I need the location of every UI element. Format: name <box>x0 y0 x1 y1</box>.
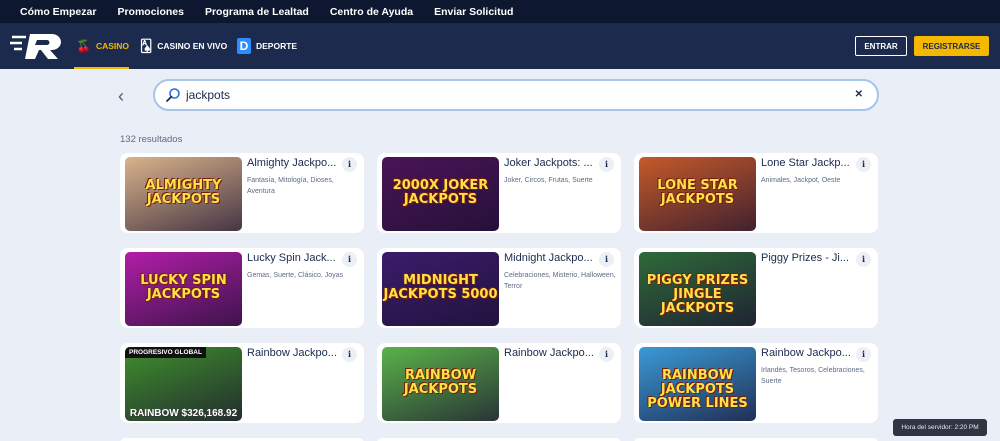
game-tags: Animales, Jackpot, Oeste <box>761 177 841 184</box>
info-icon[interactable]: i <box>856 157 871 172</box>
game-tags: Celebraciones, Misterio, Halloween, Terr… <box>504 272 616 290</box>
game-tags: Gemas, Suerte, Clásico, Joyas <box>247 272 344 279</box>
cards-icon: 🂡 <box>140 39 153 53</box>
game-title[interactable]: Lone Star Jackp... <box>761 157 856 169</box>
register-button[interactable]: REGISTRARSE <box>914 36 989 56</box>
category-deporte[interactable]: D DEPORTE <box>237 23 297 69</box>
game-card[interactable]: PROGRESIVO GLOBAL RAINBOW $326,168.92 Rain… <box>120 343 364 423</box>
game-card[interactable]: PIGGY PRIZES JINGLE JACKPOTS Piggy Prizes… <box>634 248 878 328</box>
game-title[interactable]: Almighty Jackpo... <box>247 157 342 169</box>
info-icon[interactable]: i <box>342 347 357 362</box>
game-thumbnail-label: LUCKY SPIN JACKPOTS <box>140 273 227 302</box>
top-nav: Cómo Empezar Promociones Programa de Lea… <box>0 0 1000 23</box>
info-icon[interactable]: i <box>856 252 871 267</box>
game-thumbnail[interactable]: RAINBOW JACKPOTS <box>382 347 499 421</box>
info-icon[interactable]: i <box>599 252 614 267</box>
info-icon[interactable]: i <box>599 157 614 172</box>
game-tags: Joker, Circos, Frutas, Suerte <box>504 177 593 184</box>
nav-centro-ayuda[interactable]: Centro de Ayuda <box>330 6 413 18</box>
game-thumbnail[interactable]: PROGRESIVO GLOBAL RAINBOW $326,168.92 <box>125 347 242 421</box>
jackpot-amount: RAINBOW $326,168.92 <box>129 408 238 419</box>
game-title[interactable]: Rainbow Jackpo... <box>761 347 856 359</box>
game-card[interactable]: RAINBOW JACKPOTS POWER LINES Rainbow Jack… <box>634 343 878 423</box>
info-icon[interactable]: i <box>342 157 357 172</box>
game-thumbnail[interactable]: RAINBOW JACKPOTS POWER LINES <box>639 347 756 421</box>
search-icon <box>166 88 180 102</box>
nav-programa-lealtad[interactable]: Programa de Lealtad <box>205 6 309 18</box>
game-card[interactable]: 2000X JOKER JACKPOTS Joker Jackpots: ... J… <box>377 153 621 233</box>
game-title[interactable]: Lucky Spin Jack... <box>247 252 342 264</box>
back-chevron-icon[interactable]: ‹ <box>118 86 134 106</box>
game-title[interactable]: Piggy Prizes - Ji... <box>761 252 856 264</box>
game-card[interactable]: LONE STAR JACKPOTS Lone Star Jackp... Anim… <box>634 153 878 233</box>
game-card[interactable]: RAINBOW JACKPOTS Rainbow Jackpo... i <box>377 343 621 423</box>
game-thumbnail-label: ALMIGHTY JACKPOTS <box>145 178 222 207</box>
nav-enviar-solicitud[interactable]: Enviar Solicitud <box>434 6 513 18</box>
game-thumbnail[interactable]: LUCKY SPIN JACKPOTS <box>125 252 242 326</box>
game-thumbnail-label: MIDNIGHT JACKPOTS 5000 <box>383 273 498 302</box>
game-title[interactable]: Joker Jackpots: ... <box>504 157 599 169</box>
category-casino[interactable]: 🍒 CASINO <box>73 23 130 69</box>
game-title[interactable]: Rainbow Jackpo... <box>247 347 342 359</box>
info-icon[interactable]: i <box>599 347 614 362</box>
game-card[interactable]: MIDNIGHT JACKPOTS 5000 Midnight Jackpo...… <box>377 248 621 328</box>
login-button[interactable]: ENTRAR <box>855 36 907 56</box>
info-icon[interactable]: i <box>342 252 357 267</box>
info-icon[interactable]: i <box>856 347 871 362</box>
game-title[interactable]: Midnight Jackpo... <box>504 252 599 264</box>
game-thumbnail[interactable]: PIGGY PRIZES JINGLE JACKPOTS <box>639 252 756 326</box>
game-thumbnail[interactable]: LONE STAR JACKPOTS <box>639 157 756 231</box>
cherry-icon: 🍒 <box>76 39 91 53</box>
game-thumbnail-label: 2000X JOKER JACKPOTS <box>392 178 489 207</box>
game-tags: Irlandés, Tesoros, Celebraciones, Suerte <box>761 367 865 385</box>
game-thumbnail-label: LONE STAR JACKPOTS <box>657 178 738 207</box>
clear-search-icon[interactable]: ✕ <box>855 89 863 100</box>
main-header: 🍒 CASINO 🂡 CASINO EN VIVO D DEPORTE ENTR… <box>0 23 1000 69</box>
progressive-badge: PROGRESIVO GLOBAL <box>125 347 206 358</box>
deporte-icon: D <box>237 38 251 54</box>
game-thumbnail-label: RAINBOW JACKPOTS POWER LINES <box>647 368 748 411</box>
game-title[interactable]: Rainbow Jackpo... <box>504 347 599 359</box>
search-bar: ✕ <box>153 79 879 111</box>
category-casino-en-vivo[interactable]: 🂡 CASINO EN VIVO <box>140 23 227 69</box>
game-thumbnail-label: RAINBOW JACKPOTS <box>403 368 478 397</box>
game-card[interactable]: ALMIGHTY JACKPOTS Almighty Jackpo... Fanta… <box>120 153 364 233</box>
game-tags: Fantasía, Mitología, Dioses, Aventura <box>247 177 334 195</box>
game-thumbnail[interactable]: 2000X JOKER JACKPOTS <box>382 157 499 231</box>
game-thumbnail[interactable]: MIDNIGHT JACKPOTS 5000 <box>382 252 499 326</box>
game-card[interactable]: LUCKY SPIN JACKPOTS Lucky Spin Jack... Gem… <box>120 248 364 328</box>
game-thumbnail-label: PIGGY PRIZES JINGLE JACKPOTS <box>646 273 749 316</box>
server-time: Hora del servidor: 2:20 PM <box>893 419 987 436</box>
results-count: 132 resultados <box>120 134 183 145</box>
nav-como-empezar[interactable]: Cómo Empezar <box>20 6 96 18</box>
search-input[interactable] <box>186 86 826 104</box>
nav-promociones[interactable]: Promociones <box>117 6 184 18</box>
game-thumbnail[interactable]: ALMIGHTY JACKPOTS <box>125 157 242 231</box>
brand-logo[interactable] <box>10 31 66 61</box>
